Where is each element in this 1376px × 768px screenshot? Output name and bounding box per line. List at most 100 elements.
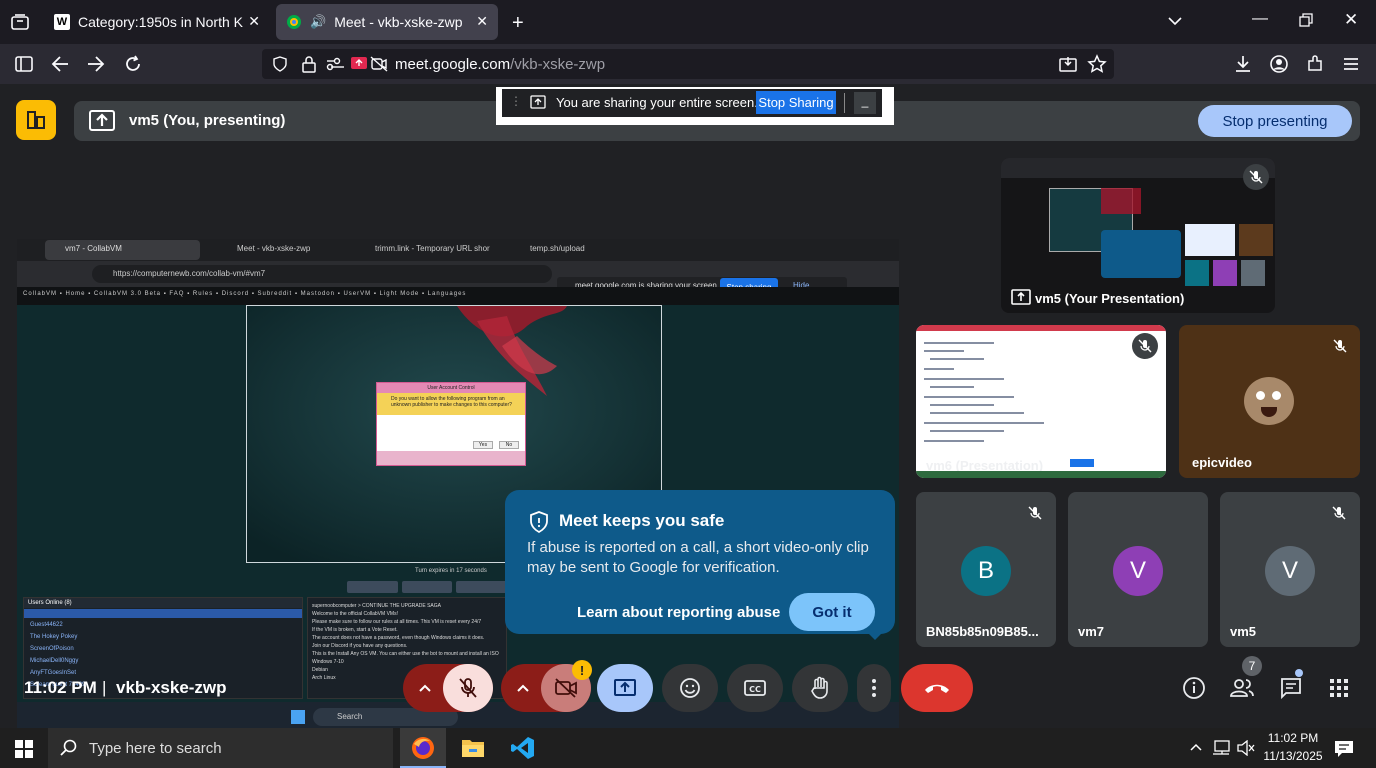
list-all-tabs-icon[interactable]: [1166, 12, 1184, 30]
tracking-protection-icon[interactable]: [272, 56, 288, 72]
url-host: meet.google.com: [395, 56, 511, 73]
close-tab-icon[interactable]: ✕: [248, 13, 260, 30]
close-tab-icon[interactable]: ✕: [476, 13, 488, 30]
users-header: Users Online (8): [24, 598, 302, 608]
tile-name: BN85b85n09B85...: [926, 624, 1039, 639]
chat-line: The account does not have a password, ev…: [312, 635, 485, 641]
url-bar[interactable]: meet.google.com/vkb-xske-zwp: [262, 49, 1114, 79]
chat-notification-dot: [1295, 669, 1303, 677]
lock-icon[interactable]: [302, 55, 316, 73]
shared-tab-1: vm7 - CollabVM: [65, 244, 122, 253]
tile-participant-vm7[interactable]: V vm7: [1068, 492, 1208, 647]
present-upload-icon: [89, 110, 115, 132]
tile-your-presentation[interactable]: vm5 (Your Presentation): [1001, 158, 1275, 313]
avatar: V: [1113, 546, 1163, 596]
drag-handle-icon[interactable]: ⋮: [510, 94, 522, 108]
share-banner-inner: ⋮ You are sharing your entire screen. St…: [502, 89, 882, 117]
tab-overview-icon[interactable]: [10, 12, 30, 32]
shared-tab-3: trimm.link - Temporary URL shor: [375, 244, 490, 253]
user-item: Guest44622: [30, 622, 63, 628]
reload-icon[interactable]: [123, 54, 143, 74]
more-options-button[interactable]: [857, 664, 891, 712]
folder-icon: [462, 740, 484, 757]
audio-options-button[interactable]: [403, 664, 447, 712]
uac-title: User Account Control: [377, 383, 525, 393]
taskbar-vscode[interactable]: [500, 728, 546, 768]
extensions-icon[interactable]: [1305, 54, 1325, 74]
muted-icon: [1326, 500, 1352, 526]
video-options-button[interactable]: [501, 664, 545, 712]
show-hidden-icons[interactable]: [1189, 741, 1203, 753]
got-it-button[interactable]: Got it: [789, 593, 875, 631]
tab-title: Category:1950s in North Korea: [78, 14, 243, 30]
shared-url: https://computernewb.com/collab-vm/#vm7: [113, 269, 266, 278]
close-window-button[interactable]: ✕: [1344, 10, 1358, 30]
captions-button[interactable]: CC: [727, 664, 783, 712]
new-tab-button[interactable]: +: [512, 12, 524, 35]
meeting-time: 11:02 PM: [24, 678, 97, 697]
back-arrow-icon[interactable]: [50, 54, 70, 74]
audio-playing-icon[interactable]: 🔊: [310, 14, 326, 30]
minimize-banner-button[interactable]: _: [854, 92, 876, 114]
browser-nav-bar: meet.google.com/vkb-xske-zwp: [0, 44, 1376, 84]
captions-icon: CC: [744, 680, 766, 696]
taskbar-firefox[interactable]: [400, 728, 446, 768]
tile-participant-vm5[interactable]: V vm5: [1220, 492, 1360, 647]
participant-count-badge: 7: [1242, 656, 1262, 676]
activities-grid-icon[interactable]: [1329, 678, 1349, 698]
account-icon[interactable]: [1269, 54, 1289, 74]
screen-share-indicator-icon[interactable]: [350, 56, 368, 72]
volume-muted-icon[interactable]: [1237, 740, 1255, 756]
stop-sharing-button[interactable]: Stop Sharing: [756, 91, 836, 114]
notifications-icon[interactable]: [1334, 740, 1354, 758]
windows-start-icon[interactable]: [15, 740, 33, 758]
camera-blocked-icon[interactable]: [370, 56, 388, 72]
permissions-icon[interactable]: [326, 57, 346, 71]
popup-title: Meet keeps you safe: [559, 511, 725, 530]
tile-epicvideo[interactable]: epicvideo: [1179, 325, 1360, 478]
learn-reporting-link[interactable]: Learn about reporting abuse: [577, 604, 780, 621]
menu-hamburger-icon[interactable]: [1342, 55, 1360, 73]
meeting-details-icon[interactable]: [1182, 676, 1206, 700]
tile-presentation[interactable]: vm6 (Presentation): [916, 325, 1166, 478]
mic-toggle-button[interactable]: [443, 664, 493, 712]
user-item: MichaelDell0Nggy: [30, 658, 79, 664]
raise-hand-button[interactable]: [792, 664, 848, 712]
uac-no: No: [499, 441, 519, 449]
more-vert-icon: [872, 679, 876, 697]
presenting-label: vm5 (You, presenting): [129, 112, 286, 129]
bookmark-star-icon[interactable]: [1087, 54, 1107, 74]
turn-expires: Turn expires in 17 seconds: [415, 568, 487, 574]
taskbar-search-box[interactable]: Type here to search: [48, 728, 393, 768]
sidebar-toggle-icon[interactable]: [14, 55, 34, 73]
reactions-button[interactable]: [662, 664, 718, 712]
chat-icon[interactable]: [1279, 676, 1303, 700]
emoji-icon: [680, 678, 700, 698]
downloads-icon[interactable]: [1233, 54, 1253, 74]
meet-safety-popup: Meet keeps you safe If abuse is reported…: [505, 490, 895, 640]
windows-taskbar: Type here to search 11:02 PM 11/13/2025: [0, 728, 1376, 768]
user-item: The Hokey Pokey: [30, 634, 78, 640]
stop-presenting-button[interactable]: Stop presenting: [1198, 105, 1352, 137]
install-app-icon[interactable]: [1059, 55, 1077, 73]
tab-wikipedia[interactable]: W Category:1950s in North Korea ✕: [44, 4, 270, 40]
people-icon[interactable]: [1229, 676, 1255, 700]
minimize-window-button[interactable]: —: [1252, 10, 1268, 28]
uac-yes: Yes: [473, 441, 493, 449]
taskbar-file-explorer[interactable]: [450, 728, 496, 768]
activities-panel-icon[interactable]: [16, 100, 56, 140]
uac-dialog: User Account Control Do you want to allo…: [376, 382, 526, 466]
leave-call-button[interactable]: [901, 664, 973, 712]
taskbar-time[interactable]: 11:02 PM: [1262, 731, 1324, 745]
restore-window-button[interactable]: [1298, 12, 1314, 28]
tile-participant-b[interactable]: B BN85b85n09B85...: [916, 492, 1056, 647]
present-screen-button[interactable]: [597, 664, 653, 712]
camera-warning-icon: !: [572, 660, 592, 680]
url-text[interactable]: meet.google.com/vkb-xske-zwp: [395, 56, 605, 73]
tab-meet[interactable]: 🔊 Meet - vkb-xske-zwp ✕: [276, 4, 498, 40]
network-icon[interactable]: [1211, 740, 1231, 756]
forward-arrow-icon[interactable]: [86, 54, 106, 74]
taskbar-date[interactable]: 11/13/2025: [1260, 749, 1326, 763]
mic-off-icon: [459, 678, 477, 698]
meet-favicon-icon: [286, 14, 302, 30]
